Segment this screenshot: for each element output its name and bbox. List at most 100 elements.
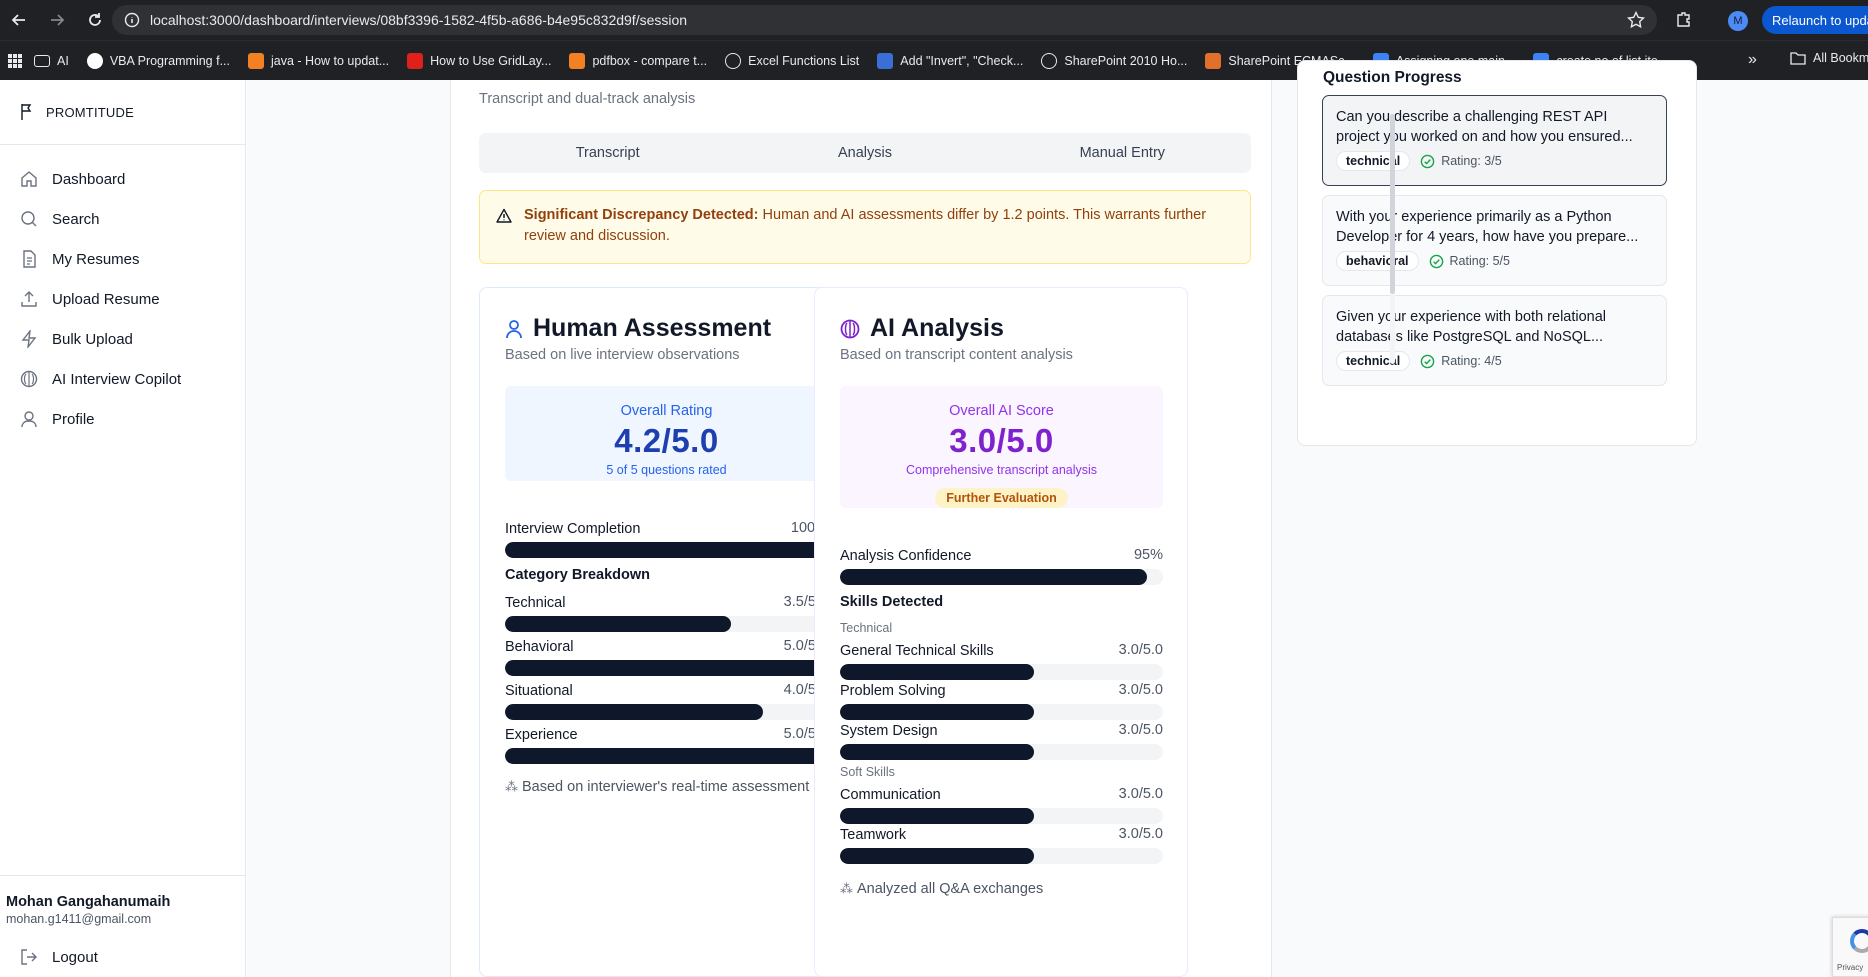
progress-bar-fill (840, 744, 1034, 760)
more-bookmarks-chevron-icon[interactable]: » (1748, 51, 1757, 69)
bookmark-item[interactable]: Excel Functions List (725, 52, 859, 69)
bookmark-item[interactable]: SharePoint 2010 Ho... (1041, 52, 1187, 69)
brain-icon (20, 370, 38, 388)
sidebar-nav: Dashboard Search My Resumes Upload Resum… (0, 145, 245, 439)
completion-row: Interview Completion 100% (505, 520, 828, 558)
site-info-icon[interactable] (124, 12, 140, 28)
bookmark-item[interactable]: AI (34, 54, 69, 68)
row-label: Problem Solving (840, 683, 946, 699)
brand-logo[interactable]: PROMTITUDE (0, 80, 245, 145)
progress-bar (505, 660, 828, 676)
bookmark-label[interactable]: VBA Programming f... (110, 54, 230, 68)
progress-bar-fill (840, 704, 1034, 720)
status-badge: Further Evaluation (935, 488, 1068, 508)
profile-avatar[interactable]: M (1728, 11, 1748, 31)
google-icon (86, 52, 103, 69)
bookmark-label[interactable]: AI (57, 54, 69, 68)
row-value: 3.0/5.0 (1118, 682, 1163, 698)
sidebar-item-dashboard[interactable]: Dashboard (0, 159, 245, 199)
bookmark-label[interactable]: java - How to updat... (271, 54, 389, 68)
progress-bar (505, 704, 828, 720)
sidebar-item-my-resumes[interactable]: My Resumes (0, 239, 245, 279)
progress-bar-fill (840, 848, 1034, 864)
user-icon (506, 319, 522, 338)
sidebar-item-label: Dashboard (52, 170, 126, 188)
upload-icon (21, 291, 37, 307)
question-rating: Rating: 4/5 (1420, 354, 1502, 369)
sidebar-item-upload-resume[interactable]: Upload Resume (0, 279, 245, 319)
rating-text: Rating: 4/5 (1441, 354, 1502, 368)
document-icon (23, 250, 36, 268)
bookmark-star-icon[interactable] (1627, 11, 1645, 29)
bookmark-item[interactable]: pdfbox - compare t... (569, 52, 707, 69)
row-value: 3.0/5.0 (1118, 642, 1163, 658)
ai-subtitle: Based on transcript content analysis (840, 347, 1073, 363)
recaptcha-badge[interactable]: Privacy (1832, 917, 1868, 977)
extensions-icon[interactable] (1675, 10, 1693, 28)
human-footnote: ⁂ Based on interviewer's real-time asses… (505, 779, 809, 795)
back-icon[interactable] (0, 0, 38, 40)
progress-bar (505, 616, 828, 632)
bookmark-label[interactable]: How to Use GridLay... (430, 54, 551, 68)
sidebar-item-label: Bulk Upload (52, 330, 133, 348)
question-type-badge: technical (1336, 151, 1411, 171)
question-progress-title: Question Progress (1323, 69, 1462, 86)
progress-bar (840, 848, 1163, 864)
forward-icon[interactable] (38, 0, 76, 40)
site-icon (877, 52, 894, 69)
question-list-scroll-thumb[interactable] (1390, 114, 1395, 294)
bookmark-label[interactable]: pdfbox - compare t... (592, 54, 707, 68)
apps-grid-icon[interactable] (8, 53, 22, 68)
recaptcha-privacy-label[interactable]: Privacy (1837, 963, 1863, 972)
home-icon (21, 171, 37, 187)
overall-ai-score: 3.0/5.0 (949, 422, 1054, 459)
sidebar-item-bulk-upload[interactable]: Bulk Upload (0, 319, 245, 359)
bookmark-item[interactable]: java - How to updat... (248, 52, 389, 69)
tab-transcript[interactable]: Transcript (479, 133, 736, 173)
oracle-icon (407, 52, 424, 69)
question-item[interactable]: With your experience primarily as a Pyth… (1322, 195, 1667, 286)
bookmark-item[interactable]: VBA Programming f... (86, 52, 230, 69)
score-note: Comprehensive transcript analysis (905, 463, 1098, 477)
bookmark-item[interactable]: How to Use GridLay... (407, 52, 551, 69)
question-item[interactable]: Can you describe a challenging REST API … (1322, 95, 1667, 186)
all-bookmarks-label[interactable]: All Bookmarks (1813, 51, 1868, 65)
progress-bar-fill (840, 808, 1034, 824)
soft-skills-group-label: Soft Skills (840, 765, 895, 779)
bookmark-label[interactable]: Add "Invert", "Check... (900, 54, 1023, 68)
row-label: Teamwork (840, 827, 907, 843)
url-text[interactable]: localhost:3000/dashboard/interviews/08bf… (150, 12, 687, 28)
search-icon (21, 211, 37, 227)
browser-toolbar: localhost:3000/dashboard/interviews/08bf… (0, 0, 1868, 40)
logout-icon (21, 949, 37, 965)
question-text: Given your experience with both relation… (1336, 309, 1607, 345)
confidence-value: 95% (1133, 547, 1163, 563)
logout-button[interactable]: Logout (6, 948, 240, 966)
question-item[interactable]: Given your experience with both relation… (1322, 295, 1667, 386)
ai-title: AI Analysis (870, 314, 1004, 342)
reload-icon[interactable] (76, 0, 114, 40)
warning-icon (496, 208, 512, 223)
question-rating: Rating: 3/5 (1420, 154, 1502, 169)
relaunch-button[interactable]: Relaunch to update (1762, 6, 1868, 34)
sidebar-item-profile[interactable]: Profile (0, 399, 245, 439)
tab-analysis[interactable]: Analysis (736, 133, 993, 173)
folder-icon (34, 54, 50, 67)
human-assessment-card: Human Assessment Based on live interview… (479, 287, 853, 977)
row-label: Technical (505, 595, 566, 611)
sidebar-item-search[interactable]: Search (0, 199, 245, 239)
page-subtitle: Transcript and dual-track analysis (479, 91, 696, 107)
bookmark-label[interactable]: SharePoint 2010 Ho... (1064, 54, 1187, 68)
all-bookmarks-folder[interactable]: All Bookmarks (1790, 51, 1868, 65)
bookmark-label[interactable]: Excel Functions List (748, 54, 859, 68)
progress-bar (840, 808, 1163, 824)
progress-row: Problem Solving 3.0/5.0 (840, 682, 1163, 720)
folder-icon (1790, 52, 1806, 65)
bookmark-item[interactable]: Add "Invert", "Check... (877, 52, 1023, 69)
check-circle-icon (1420, 354, 1435, 368)
address-bar[interactable]: localhost:3000/dashboard/interviews/08bf… (112, 5, 1657, 35)
question-text: Can you describe a challenging REST API … (1336, 109, 1633, 145)
tab-manual-entry[interactable]: Manual Entry (994, 133, 1251, 173)
row-label: General Technical Skills (840, 643, 994, 659)
sidebar-item-ai-interview-copilot[interactable]: AI Interview Copilot (0, 359, 245, 399)
